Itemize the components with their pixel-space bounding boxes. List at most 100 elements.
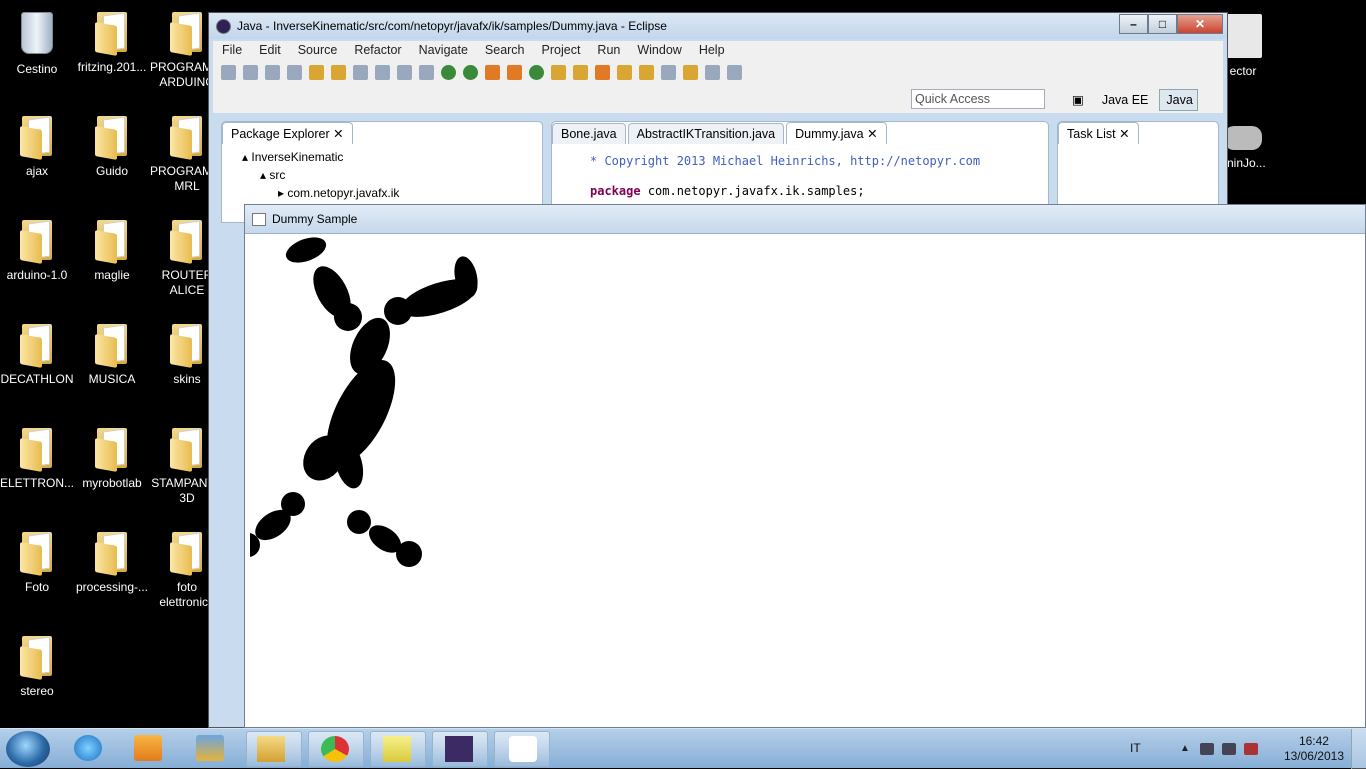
- run-icon[interactable]: [463, 65, 478, 80]
- show-desktop-button[interactable]: [1351, 729, 1366, 769]
- desktop-icon[interactable]: ajax: [0, 108, 74, 179]
- folder-icon: [18, 114, 56, 160]
- pin-editor-icon[interactable]: [727, 65, 742, 80]
- language-indicator[interactable]: IT: [1130, 741, 1141, 755]
- desktop-icon[interactable]: MUSICA: [75, 316, 149, 387]
- joint-neck-left: [334, 303, 362, 331]
- block-icon[interactable]: [375, 65, 390, 80]
- perspective-java-ee[interactable]: Java EE: [1095, 89, 1154, 111]
- menu-refactor[interactable]: Refactor: [345, 41, 409, 61]
- tab-dummy-java[interactable]: Dummy.java ✕: [786, 122, 887, 144]
- open-type-icon[interactable]: [551, 65, 566, 80]
- prev-annotation-icon[interactable]: [639, 65, 654, 80]
- maximize-button[interactable]: □: [1148, 14, 1177, 34]
- desktop-icon-label: stereo: [20, 684, 54, 698]
- next-annotation-icon[interactable]: [617, 65, 632, 80]
- print-icon[interactable]: [287, 65, 302, 80]
- desktop-icon[interactable]: arduino-1.0: [0, 212, 74, 283]
- tree-item-src[interactable]: ▴ src: [242, 166, 542, 184]
- new-package-icon[interactable]: [309, 65, 324, 80]
- taskbar-javaee-ide[interactable]: [432, 731, 488, 767]
- desktop-icon[interactable]: Cestino: [0, 4, 74, 77]
- save-all-icon[interactable]: [265, 65, 280, 80]
- menu-run[interactable]: Run: [588, 41, 628, 61]
- media-player-icon[interactable]: [134, 735, 162, 761]
- tab-label: Dummy.java: [795, 127, 864, 141]
- folder-icon: [93, 114, 131, 160]
- desktop-icon[interactable]: fritzing.201...: [75, 4, 149, 75]
- folder-icon: [93, 218, 131, 264]
- new-icon[interactable]: [221, 65, 236, 80]
- desktop-icon[interactable]: myrobotlab: [75, 420, 149, 491]
- desktop-icon[interactable]: Foto: [0, 524, 74, 595]
- tree-item-package[interactable]: ▸ com.netopyr.javafx.ik: [242, 184, 542, 202]
- ik-canvas[interactable]: [236, 234, 1365, 727]
- highlight-icon[interactable]: [331, 65, 346, 80]
- internet-explorer-icon[interactable]: [74, 735, 102, 761]
- gamepad-icon: [1224, 126, 1262, 150]
- menu-navigate[interactable]: Navigate: [410, 41, 476, 61]
- close-button[interactable]: ✕: [1177, 14, 1223, 34]
- folder-icon: [168, 218, 206, 264]
- menu-project[interactable]: Project: [533, 41, 589, 61]
- network-icon[interactable]: [1244, 743, 1258, 755]
- debug-icon[interactable]: [441, 65, 456, 80]
- run-external-icon[interactable]: [485, 65, 500, 80]
- last-edit-icon[interactable]: [661, 65, 676, 80]
- tasks-icon[interactable]: [595, 65, 610, 80]
- whitespace-icon[interactable]: [397, 65, 412, 80]
- menu-window[interactable]: Window: [628, 41, 689, 61]
- action-center-icon[interactable]: [1200, 743, 1214, 755]
- clock[interactable]: 16:42 13/06/2013: [1284, 734, 1344, 764]
- quick-access-input[interactable]: Quick Access: [911, 89, 1045, 109]
- minimize-button[interactable]: –: [1119, 14, 1148, 34]
- clock-date: 13/06/2013: [1283, 749, 1344, 763]
- tab-bone-java[interactable]: Bone.java: [552, 123, 626, 144]
- taskbar-java[interactable]: [494, 731, 550, 767]
- folder-icon: [18, 634, 56, 680]
- folder-icon: [168, 530, 206, 576]
- folder-icon: [18, 530, 56, 576]
- code-editor[interactable]: * Copyright 2013 Michael Heinrichs, http…: [552, 144, 1048, 206]
- menu-search[interactable]: Search: [476, 41, 533, 61]
- toggle-icon[interactable]: [353, 65, 368, 80]
- tab-task-list[interactable]: Task List ✕: [1058, 122, 1139, 144]
- folder-icon: [168, 322, 206, 368]
- taskbar-sticky-notes[interactable]: [370, 731, 426, 767]
- show-hidden-icons-icon[interactable]: ▲: [1180, 743, 1194, 755]
- open-perspective-button[interactable]: ▣: [1065, 89, 1089, 111]
- tab-package-explorer[interactable]: Package Explorer ✕: [222, 122, 353, 144]
- joint-right-knee: [347, 510, 371, 534]
- taskbar-explorer[interactable]: [246, 731, 302, 767]
- forward-icon[interactable]: [705, 65, 720, 80]
- tab-abstractiktransition-java[interactable]: AbstractIKTransition.java: [627, 123, 785, 144]
- skip-breakpoints-icon[interactable]: [419, 65, 434, 80]
- desktop-icon[interactable]: DECATHLON: [0, 316, 74, 387]
- desktop-icon[interactable]: Guido: [75, 108, 149, 179]
- taskbar-chrome[interactable]: [308, 731, 364, 767]
- start-button[interactable]: [6, 731, 50, 767]
- tree-item-project[interactable]: ▴ InverseKinematic: [242, 148, 542, 166]
- desktop-icon[interactable]: processing-...: [75, 524, 149, 595]
- desktop-icon[interactable]: ELETTRON...: [0, 420, 74, 491]
- desktop-icon[interactable]: stereo: [0, 628, 74, 699]
- menu-help[interactable]: Help: [690, 41, 733, 61]
- refresh-icon[interactable]: [529, 65, 544, 80]
- recycle-bin-icon: [21, 12, 53, 54]
- menu-file[interactable]: File: [213, 41, 250, 61]
- window-icon: [252, 213, 266, 226]
- save-icon[interactable]: [243, 65, 258, 80]
- menu-source[interactable]: Source: [289, 41, 346, 61]
- desktop-icon-label: Guido: [95, 164, 129, 178]
- desktop-icon-label: ajax: [25, 164, 48, 178]
- menu-edit[interactable]: Edit: [250, 41, 289, 61]
- volume-icon[interactable]: [1222, 743, 1236, 755]
- folder-icon: [168, 114, 206, 160]
- open-folder-icon[interactable]: [573, 65, 588, 80]
- perspective-java[interactable]: Java: [1159, 89, 1198, 111]
- new-class-icon[interactable]: [507, 65, 522, 80]
- folder-icon: [168, 10, 206, 56]
- paint-icon[interactable]: [196, 735, 224, 761]
- back-icon[interactable]: [683, 65, 698, 80]
- desktop-icon[interactable]: maglie: [75, 212, 149, 283]
